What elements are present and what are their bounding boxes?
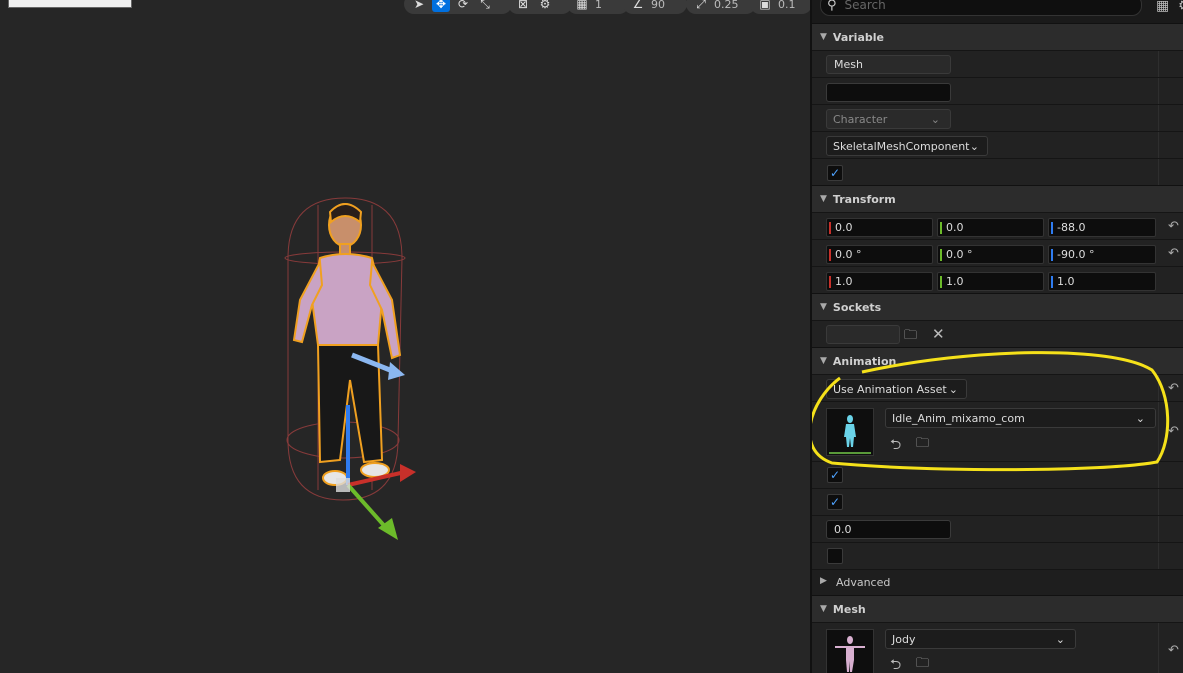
section-transform-label: Transform xyxy=(832,192,896,206)
advanced-row[interactable]: ▶ Advanced xyxy=(812,569,1183,596)
location-y-field[interactable]: 0.0 xyxy=(937,218,1044,237)
scale-x-value: 1.0 xyxy=(835,275,853,288)
rotation-x-field[interactable]: 0.0 ° xyxy=(826,245,933,264)
location-y-value: 0.0 xyxy=(946,221,964,234)
animation-mode-value: Use Animation Asset xyxy=(833,382,947,396)
section-variable-label: Variable xyxy=(832,30,884,44)
chevron-down-icon: ⌄ xyxy=(1135,411,1145,425)
animation-asset-row: Idle_Anim_mixamo_com ⌄ ⮌ 🗀 ↶ xyxy=(812,401,1183,462)
section-mesh-label: Mesh xyxy=(832,602,866,616)
scale-y-field[interactable]: 1.0 xyxy=(937,272,1044,291)
reset-icon[interactable]: ↶ xyxy=(1168,219,1179,234)
type-row: SkeletalMeshComponent ⌄ xyxy=(812,131,1183,159)
location-x-value: 0.0 xyxy=(835,221,853,234)
reset-icon[interactable]: ↶ xyxy=(1168,381,1179,396)
mesh-asset-row: Jody ⌄ ⮌ 🗀 ↶ xyxy=(812,622,1183,673)
tooltip-row xyxy=(812,77,1183,105)
extra-option-checkbox[interactable] xyxy=(827,548,843,564)
tooltip-field[interactable] xyxy=(826,83,951,102)
playing-checkbox[interactable]: ✓ xyxy=(827,494,843,510)
browse-folder-icon[interactable]: 🗀 xyxy=(904,326,917,348)
reset-icon[interactable]: ↶ xyxy=(1168,246,1179,261)
chevron-down-icon: ⌄ xyxy=(930,112,940,126)
advanced-label: Advanced xyxy=(836,576,891,589)
rotation-z-field[interactable]: -90.0 ° xyxy=(1048,245,1156,264)
use-selected-icon[interactable]: ⮌ xyxy=(890,654,901,673)
animation-asset-combo[interactable]: Idle_Anim_mixamo_com ⌄ xyxy=(885,408,1156,428)
collapse-arrow-icon: ▼ xyxy=(820,194,827,204)
looping-checkbox[interactable]: ✓ xyxy=(827,467,843,483)
variable-name-field[interactable]: Mesh xyxy=(826,55,951,74)
property-matrix-icon[interactable]: ▦ xyxy=(1156,0,1169,14)
editable-row: ✓ xyxy=(812,158,1183,186)
type-combo[interactable]: SkeletalMeshComponent ⌄ xyxy=(826,136,988,156)
chevron-down-icon: ⌄ xyxy=(1055,632,1065,646)
search-box[interactable]: ⚲ Search xyxy=(820,0,1142,16)
mesh-thumbnail[interactable] xyxy=(826,629,874,673)
initial-position-field[interactable]: 0.0 xyxy=(826,520,951,539)
level-viewport[interactable]: ➤ ✥ ⟳ ⤡ ⊠ ⚙ ▦ 1 ∠ 90 ⤢ 0.25 ▣ 0.1 xyxy=(0,0,810,673)
scale-y-value: 1.0 xyxy=(946,275,964,288)
animation-thumbnail[interactable] xyxy=(826,408,874,456)
category-row: Character ⌄ xyxy=(812,104,1183,132)
search-icon: ⚲ xyxy=(827,0,837,13)
section-animation[interactable]: ▼ Animation xyxy=(812,347,1183,374)
animation-figure-icon xyxy=(829,415,871,454)
browse-folder-icon[interactable]: 🗀 xyxy=(916,654,929,673)
location-x-field[interactable]: 0.0 xyxy=(826,218,933,237)
extra-option-row xyxy=(812,542,1183,570)
section-animation-label: Animation xyxy=(832,354,897,368)
collapse-arrow-icon: ▼ xyxy=(820,604,827,614)
variable-name-row: Mesh xyxy=(812,50,1183,78)
reset-icon[interactable]: ↶ xyxy=(1168,643,1179,658)
location-z-field[interactable]: -88.0 xyxy=(1048,218,1156,237)
initial-position-row: 0.0 xyxy=(812,515,1183,543)
playing-row: ✓ xyxy=(812,488,1183,516)
browse-folder-icon[interactable]: 🗀 xyxy=(916,434,929,456)
scale-z-value: 1.0 xyxy=(1057,275,1075,288)
rotation-row: 0.0 ° 0.0 ° -90.0 ° ↶ xyxy=(812,239,1183,267)
section-sockets-label: Sockets xyxy=(832,300,882,314)
looping-row: ✓ xyxy=(812,461,1183,489)
category-value: Character xyxy=(833,112,888,126)
mesh-asset-value: Jody xyxy=(892,632,916,646)
animation-asset-value: Idle_Anim_mixamo_com xyxy=(892,411,1025,425)
chevron-down-icon: ⌄ xyxy=(948,382,958,396)
type-value: SkeletalMeshComponent xyxy=(833,139,970,153)
section-sockets[interactable]: ▼ Sockets xyxy=(812,293,1183,320)
parent-socket-field[interactable] xyxy=(826,325,900,344)
socket-row: 🗀 ✕ xyxy=(812,320,1183,348)
section-transform[interactable]: ▼ Transform xyxy=(812,185,1183,212)
settings-icon[interactable]: ⚙ xyxy=(1178,0,1183,14)
section-variable[interactable]: ▼ Variable xyxy=(812,23,1183,50)
rotation-y-value: 0.0 ° xyxy=(946,248,973,261)
collapse-arrow-icon: ▼ xyxy=(820,302,827,312)
collapse-arrow-icon: ▼ xyxy=(820,356,827,366)
rotation-x-value: 0.0 ° xyxy=(835,248,862,261)
search-placeholder: Search xyxy=(844,0,886,12)
details-panel: ⚲ Search ▦ ⚙ ▼ Variable Mesh Character ⌄… xyxy=(810,0,1183,673)
reset-icon[interactable]: ↶ xyxy=(1168,424,1179,439)
section-mesh[interactable]: ▼ Mesh xyxy=(812,595,1183,622)
mesh-asset-combo[interactable]: Jody ⌄ xyxy=(885,629,1076,649)
mesh-figure-icon xyxy=(835,636,865,672)
location-z-value: -88.0 xyxy=(1057,221,1086,234)
location-row: 0.0 0.0 -88.0 ↶ xyxy=(812,212,1183,240)
rotation-y-field[interactable]: 0.0 ° xyxy=(937,245,1044,264)
collapse-arrow-icon: ▼ xyxy=(820,32,827,42)
rotation-z-value: -90.0 ° xyxy=(1057,248,1095,261)
clear-icon[interactable]: ✕ xyxy=(932,325,945,343)
scale-x-field[interactable]: 1.0 xyxy=(826,272,933,291)
editable-checkbox[interactable]: ✓ xyxy=(827,165,843,181)
chevron-down-icon: ⌄ xyxy=(969,139,979,153)
category-combo[interactable]: Character ⌄ xyxy=(826,109,951,129)
animation-mode-combo[interactable]: Use Animation Asset ⌄ xyxy=(826,379,967,399)
animation-mode-row: Use Animation Asset ⌄ ↶ xyxy=(812,374,1183,402)
use-selected-icon[interactable]: ⮌ xyxy=(890,434,901,458)
scale-row: 1.0 1.0 1.0 xyxy=(812,266,1183,294)
scale-z-field[interactable]: 1.0 xyxy=(1048,272,1156,291)
expand-arrow-icon: ▶ xyxy=(820,576,827,586)
character-preview[interactable] xyxy=(0,0,810,673)
